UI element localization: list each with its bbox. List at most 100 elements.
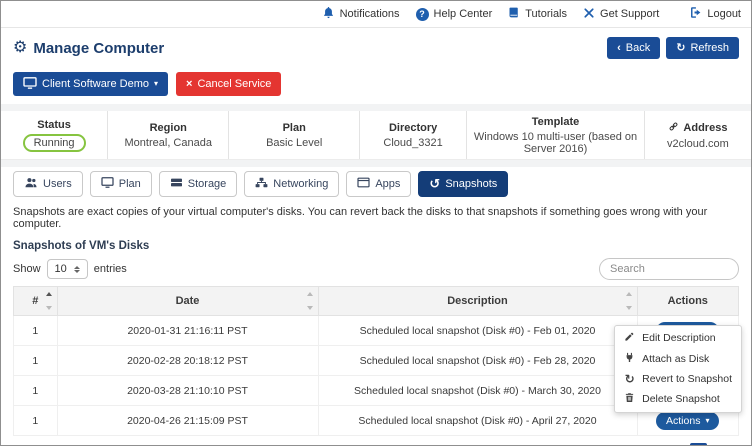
plan-field: Plan Basic Level (229, 111, 361, 159)
tab-apps[interactable]: Apps (346, 171, 412, 197)
row-num: 1 (13, 375, 58, 406)
top-navigation-bar: Notifications ? Help Center Tutorials Ge… (1, 1, 751, 28)
column-header-description[interactable]: Description (317, 286, 638, 316)
cancel-service-label: Cancel Service (197, 78, 272, 90)
notifications-label: Notifications (339, 8, 400, 20)
row-date: 2020-02-28 20:18:12 PST (56, 345, 319, 376)
tab-plan[interactable]: Plan (89, 171, 152, 197)
chevron-left-icon: ‹ (617, 42, 621, 54)
monitor-icon (23, 76, 37, 92)
search-input[interactable] (599, 258, 739, 280)
actions-dropdown-menu: Edit Description Attach as Disk ↻ Revert… (614, 325, 742, 413)
sync-icon: ↻ (624, 372, 635, 386)
refresh-icon: ↻ (676, 42, 686, 54)
directory-label: Directory (388, 121, 438, 134)
row-num: 1 (13, 405, 58, 436)
logout-link[interactable]: Logout (689, 6, 741, 22)
vm-status-bar: Status Running Region Montreal, Canada P… (1, 111, 751, 160)
help-center-label: Help Center (433, 8, 493, 20)
page-title: ⚙ Manage Computer (13, 40, 164, 57)
vm-tabs: Users Plan Storage Networking Apps ↺ Sna… (13, 171, 739, 197)
menu-item-attach-as-disk[interactable]: Attach as Disk (615, 349, 741, 370)
back-button-label: Back (625, 42, 651, 54)
table-controls: Show 10 entries (13, 257, 739, 281)
entries-label: entries (93, 263, 127, 275)
snapshots-description: Snapshots are exact copies of your virtu… (13, 206, 708, 230)
computer-selector-button[interactable]: Client Software Demo ▾ (13, 72, 169, 96)
plan-label: Plan (282, 121, 306, 134)
get-support-label: Get Support (600, 8, 660, 20)
notifications-link[interactable]: Notifications (322, 6, 400, 22)
page-title-text: Manage Computer (33, 39, 165, 57)
menu-item-edit-description[interactable]: Edit Description (615, 328, 741, 349)
tab-users[interactable]: Users (13, 171, 83, 197)
address-value[interactable]: v2cloud.com (667, 138, 729, 150)
link-icon (668, 121, 679, 135)
column-header-date[interactable]: Date (56, 286, 319, 316)
address-label: Address (668, 121, 727, 135)
refresh-button[interactable]: ↻ Refresh (666, 37, 739, 59)
menu-item-revert-to-snapshot[interactable]: ↻ Revert to Snapshot (615, 370, 741, 389)
directory-field: Directory Cloud_3321 (360, 111, 468, 159)
refresh-button-label: Refresh (690, 42, 729, 54)
help-center-link[interactable]: ? Help Center (415, 7, 493, 21)
section-divider (1, 160, 751, 167)
book-icon (508, 6, 520, 22)
status-field: Status Running (1, 111, 109, 159)
menu-item-delete-snapshot[interactable]: Delete Snapshot (615, 389, 741, 410)
sort-icon (45, 292, 52, 310)
history-icon: ↺ (429, 176, 441, 191)
row-description: Scheduled local snapshot (Disk #0) - Feb… (317, 315, 638, 346)
display-icon (101, 177, 114, 191)
tab-networking-label: Networking (273, 178, 329, 190)
cancel-service-button[interactable]: × Cancel Service (176, 72, 282, 96)
bell-icon (322, 6, 335, 22)
logout-label: Logout (707, 8, 741, 20)
back-button[interactable]: ‹ Back (607, 37, 661, 59)
users-icon (24, 177, 38, 191)
pencil-icon (624, 331, 635, 346)
window-icon (357, 177, 370, 191)
tab-storage[interactable]: Storage (158, 171, 238, 197)
tab-snapshots[interactable]: ↺ Snapshots (418, 171, 509, 197)
computer-selector-label: Client Software Demo (42, 78, 149, 90)
tools-icon (583, 7, 595, 22)
plan-value: Basic Level (266, 136, 323, 149)
region-value: Montreal, Canada (124, 136, 212, 149)
sort-icon (625, 292, 632, 310)
region-label: Region (149, 121, 187, 134)
tab-networking[interactable]: Networking (244, 171, 340, 197)
directory-value: Cloud_3321 (383, 136, 443, 149)
template-label: Template (531, 115, 580, 128)
template-value: Windows 10 multi-user (based on Server 2… (473, 130, 638, 155)
status-value-running: Running (22, 133, 86, 152)
get-support-link[interactable]: Get Support (583, 7, 659, 22)
gear-icon: ⚙ (13, 39, 28, 56)
tab-plan-label: Plan (118, 178, 141, 190)
region-field: Region Montreal, Canada (108, 111, 230, 159)
tutorials-link[interactable]: Tutorials (508, 6, 567, 22)
row-description: Scheduled local snapshot (Disk #0) - Mar… (317, 375, 638, 406)
column-header-actions: Actions (636, 286, 739, 316)
row-description: Scheduled local snapshot (Disk #0) - Apr… (317, 405, 638, 436)
table-header-row: # Date Description Actions (13, 286, 739, 316)
chevron-down-icon: ▾ (154, 79, 159, 88)
plug-icon (624, 352, 635, 367)
page-size-select[interactable]: 10 (46, 259, 88, 279)
page-header: ⚙ Manage Computer ‹ Back ↻ Refresh Clien… (1, 28, 751, 104)
column-header-num[interactable]: # (13, 286, 58, 316)
template-field: Template Windows 10 multi-user (based on… (467, 111, 645, 159)
select-arrows-icon (73, 265, 80, 273)
network-icon (255, 177, 268, 191)
chevron-down-icon: ▾ (705, 415, 710, 425)
row-date: 2020-03-28 21:10:10 PST (56, 375, 319, 406)
tab-apps-label: Apps (375, 178, 401, 190)
show-label: Show (13, 263, 41, 275)
logout-icon (689, 6, 702, 22)
row-description: Scheduled local snapshot (Disk #0) - Feb… (317, 345, 638, 376)
sort-icon (306, 292, 313, 310)
section-title: Snapshots of VM's Disks (13, 240, 150, 252)
actions-button[interactable]: Actions ▾ (656, 411, 720, 430)
manage-computer-page: Notifications ? Help Center Tutorials Ge… (0, 0, 752, 446)
row-date: 2020-04-26 21:15:09 PST (56, 405, 319, 436)
